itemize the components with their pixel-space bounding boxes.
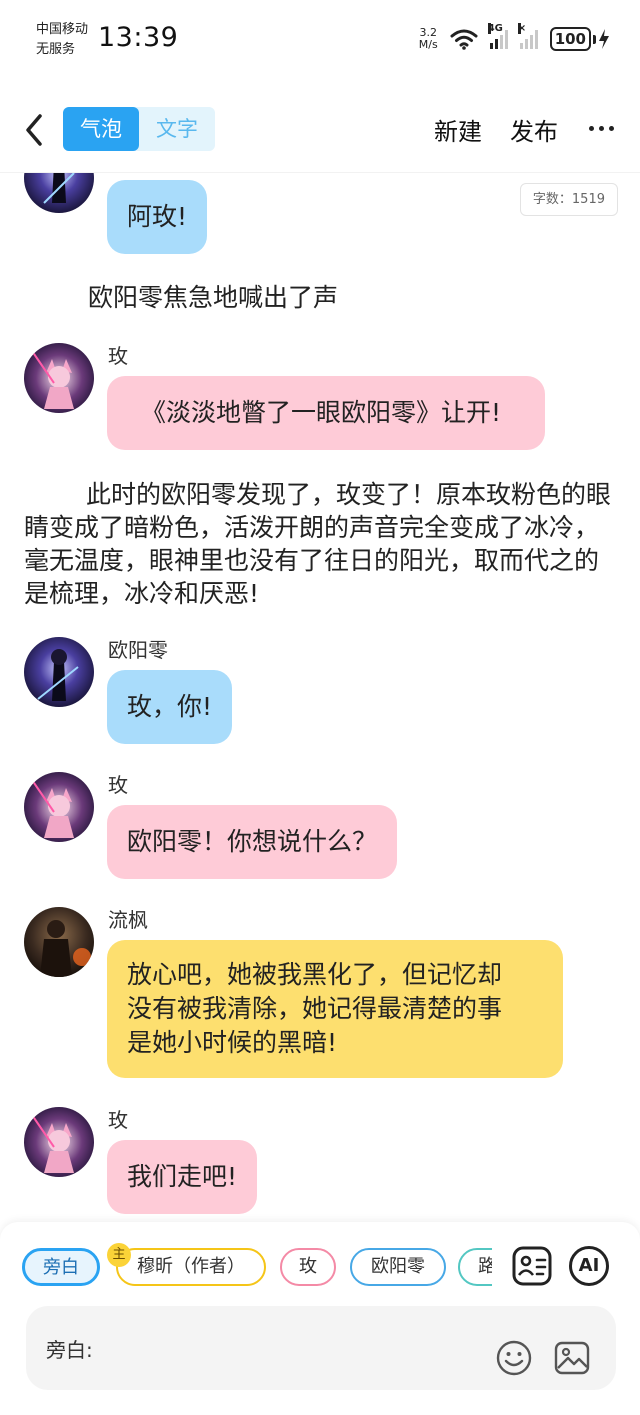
speaker-name: 玫	[108, 344, 128, 368]
message-line: 是她小时候的黑暗!	[127, 1028, 338, 1057]
chip-lu[interactable]: 路	[458, 1248, 492, 1286]
net-speed-unit: M/s	[418, 38, 438, 51]
mei-avatar[interactable]	[24, 1107, 94, 1177]
mei-avatar[interactable]	[24, 343, 94, 413]
tab-bubble[interactable]: 气泡	[63, 107, 139, 151]
service-status: 无服务	[36, 42, 76, 57]
chip-mei[interactable]: 玫	[280, 1248, 336, 1286]
carrier-name: 中国移动	[36, 22, 89, 37]
charging-icon	[599, 29, 609, 49]
message-line: 没有被我清除，她记得最清楚的事	[127, 994, 503, 1023]
image-icon[interactable]	[554, 1340, 590, 1376]
contact-card-icon[interactable]	[512, 1246, 552, 1286]
message-bubble[interactable]: 放心吧，她被我黑化了，但记忆却 没有被我清除，她记得最清楚的事 是她小时候的黑暗…	[107, 940, 563, 1078]
top-bar: 气泡 文字 新建 发布	[0, 100, 640, 160]
mei-avatar[interactable]	[24, 772, 94, 842]
wifi-icon	[450, 29, 478, 50]
chip-author[interactable]: 穆昕（作者）	[116, 1248, 266, 1286]
message-line: 放心吧，她被我黑化了，但记忆却	[127, 960, 503, 989]
ouyangling-avatar[interactable]	[24, 637, 94, 707]
word-count: 字数：1519	[519, 183, 618, 216]
publish-button[interactable]: 发布	[510, 112, 558, 147]
ouyangling-avatar[interactable]	[24, 173, 94, 213]
mode-switch: 气泡 文字	[63, 107, 215, 151]
network-type: 4G	[487, 23, 503, 34]
ai-button[interactable]: AI	[569, 1246, 609, 1286]
message-bubble[interactable]: 欧阳零！你想说什么？	[107, 805, 398, 879]
signal-no-service-icon: ×	[517, 23, 538, 49]
signal-4g-icon: 4G	[487, 23, 508, 49]
character-selector: 旁白 穆昕（作者） 玫 欧阳零 路	[22, 1248, 492, 1288]
message-bubble[interactable]: 《淡淡地瞥了一眼欧阳零》让开!	[107, 376, 546, 450]
chat-content[interactable]: 字数：1519 阿玫! 欧阳零焦急地喊出了声 玫 《淡淡地瞥了一眼欧阳零》让开!…	[0, 172, 640, 1222]
input-box[interactable]: 旁白:	[26, 1306, 616, 1390]
speaker-name: 流枫	[108, 908, 148, 932]
carrier-info: 中国移动 无服务	[36, 20, 88, 60]
smile-icon[interactable]	[496, 1340, 532, 1376]
liufeng-avatar[interactable]	[24, 907, 94, 977]
speaker-name: 玫	[108, 1108, 128, 1132]
chip-ouyangling[interactable]: 欧阳零	[350, 1248, 446, 1286]
back-arrow-icon[interactable]	[18, 108, 52, 152]
message-bubble[interactable]: 玫，你!	[107, 670, 233, 744]
input-label: 旁白:	[46, 1338, 93, 1362]
tab-text[interactable]: 文字	[139, 107, 215, 151]
status-bar: 中国移动 无服务 13:39 3.2 M/s 4G × 100	[0, 0, 640, 80]
chip-narrator[interactable]: 旁白	[22, 1248, 100, 1286]
speaker-name: 欧阳零	[108, 638, 168, 662]
speaker-name: 玫	[108, 773, 128, 797]
narration-text[interactable]: 欧阳零焦急地喊出了声	[24, 281, 616, 314]
message-bubble[interactable]: 阿玫!	[107, 180, 208, 254]
net-speed: 3.2 M/s	[419, 27, 438, 51]
clock: 13:39	[98, 22, 179, 53]
message-bubble[interactable]: 我们走吧!	[107, 1140, 258, 1214]
new-button[interactable]: 新建	[434, 112, 482, 147]
more-icon[interactable]	[589, 126, 614, 131]
battery-level: 100	[549, 27, 591, 51]
battery-icon: 100	[549, 27, 610, 51]
narration-text[interactable]: 此时的欧阳零发现了，玫变了！原本玫粉色的眼睛变成了暗粉色，活泼开朗的声音完全变成…	[24, 478, 616, 610]
main-author-badge: 主	[107, 1243, 131, 1267]
